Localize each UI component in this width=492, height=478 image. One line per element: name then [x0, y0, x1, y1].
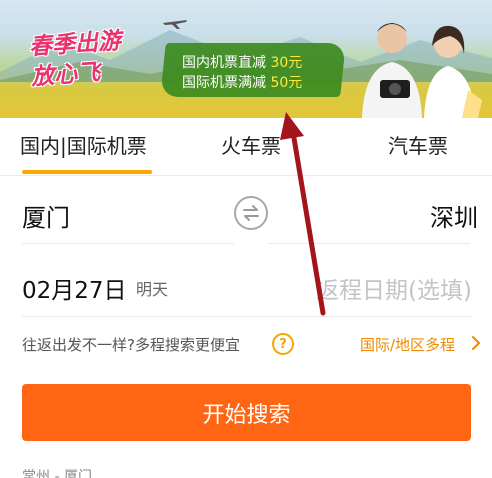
transport-tabs: 国内|国际机票 火车票 汽车票	[0, 118, 492, 176]
tab-train[interactable]: 火车票	[221, 130, 281, 159]
help-icon[interactable]: ?	[272, 333, 294, 355]
departure-date-relative: 明天	[136, 280, 169, 299]
divider	[22, 316, 471, 317]
multi-trip-hint: 往返出发不一样?多程搜索更便宜	[22, 336, 240, 354]
divider	[22, 243, 234, 244]
promo-domestic: 国内机票直减 30元	[182, 55, 303, 71]
departure-date[interactable]: 02月27日	[22, 271, 127, 305]
return-date-field[interactable]: 返程日期(选填)	[316, 271, 472, 305]
plane-icon	[163, 20, 187, 29]
travelers-photo	[362, 23, 482, 118]
swap-button[interactable]	[234, 196, 268, 230]
departure-city[interactable]: 厦门	[22, 198, 70, 233]
search-history-item[interactable]: 常州 - 厦门	[22, 466, 92, 478]
search-button[interactable]: 开始搜索	[22, 384, 471, 441]
promo-international: 国际机票满减 50元	[182, 75, 303, 91]
promo-banner[interactable]: 春季出游 放心飞 国内机票直减 30元 国际机票满减 50元	[0, 0, 492, 118]
tab-bus[interactable]: 汽车票	[388, 130, 448, 159]
promo-title: 春季出游 放心飞	[28, 27, 122, 91]
tab-flights[interactable]: 国内|国际机票	[20, 130, 147, 159]
divider	[268, 243, 470, 244]
swap-icon	[243, 205, 259, 221]
arrival-city[interactable]: 深圳	[430, 198, 478, 233]
chevron-right-icon	[472, 336, 481, 350]
multi-trip-link[interactable]: 国际/地区多程	[360, 334, 455, 355]
active-tab-indicator	[22, 170, 152, 174]
